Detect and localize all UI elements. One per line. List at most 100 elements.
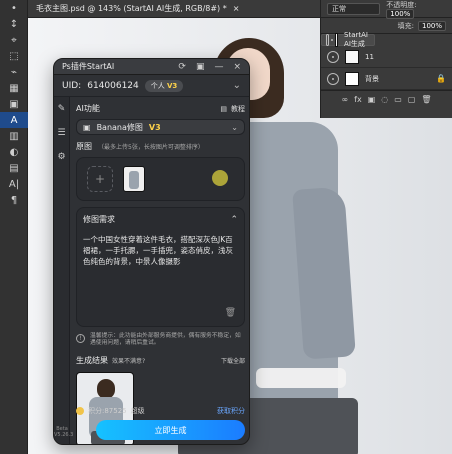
plugin-sidebar: ✎ ☰ ⚙ Beta V5.26.3 [54, 97, 74, 444]
delete-icon[interactable]: 🗑 [421, 95, 431, 104]
prompt-box[interactable]: 修图需求 ⌃ 一个中国女性穿着这件毛衣，搭配深灰色JK百褶裙，一手托腮，一手插兜… [76, 207, 245, 327]
feature-badge: V3 [148, 122, 161, 132]
chevron-down-icon: ⌄ [231, 122, 238, 132]
opacity-control[interactable]: 不透明度: 100% [386, 0, 446, 19]
chevron-up-icon[interactable]: ⌃ [230, 215, 238, 225]
layers-toprow: 正常 不透明度: 100% [321, 0, 452, 19]
plugin-title-icons: ⟳ ▣ — × [178, 62, 241, 72]
upload-box[interactable]: + [76, 157, 245, 201]
cursor-highlight [212, 170, 228, 186]
mask-icon[interactable]: ▣ [368, 95, 376, 104]
notice: ! 温馨提示：此功能由外部服务商提供，偶有服务不稳定，如遇使用问题，请稍后重试。 [76, 333, 245, 347]
points-label: 积分:87525 [88, 407, 127, 415]
tool-11[interactable]: ▤ [0, 160, 28, 176]
generate-button[interactable]: 立即生成 [96, 420, 245, 440]
tier-label: 个人 [150, 81, 165, 90]
tool-9[interactable]: ▥ [0, 128, 28, 144]
tool-6[interactable]: ▦ [0, 80, 28, 96]
info-icon: ! [76, 334, 85, 343]
close-icon[interactable]: × [233, 62, 241, 72]
tool-13[interactable]: ¶ [0, 192, 28, 208]
blend-mode-select[interactable]: 正常 [327, 2, 381, 15]
settings-icon[interactable]: ⚙ [54, 145, 69, 169]
original-row: 原图 （最多上传5张，长按图片可调整排序） [76, 141, 245, 152]
uploaded-image-thumbnail[interactable] [123, 166, 145, 192]
minimize-icon[interactable]: — [214, 62, 223, 72]
startai-plugin-window: Ps插件StartAI ⟳ ▣ — × UID: 614006124 个人 V3… [53, 58, 250, 445]
fill-row: 填充: 100% [321, 18, 452, 34]
layer-name: 背景 [365, 74, 379, 83]
refresh-icon[interactable]: ⟳ [178, 62, 186, 72]
get-points-link[interactable]: 获取积分 [217, 406, 245, 416]
layer-background[interactable]: 背景 🔒 [321, 68, 452, 90]
chevron-down-icon[interactable]: ⌄ [233, 80, 241, 91]
book-icon: ▤ [220, 104, 227, 113]
prompt-header: 修图需求 ⌃ [83, 214, 238, 225]
feature-selected: Banana修图 [96, 122, 143, 132]
layers-footer: ∞ fx ▣ ◌ ▭ ▢ 🗑 [321, 90, 452, 108]
tool-10[interactable]: ◐ [0, 144, 28, 160]
ai-function-row: AI功能 ▤ 教程 [76, 103, 245, 114]
prompt-text[interactable]: 一个中国女性穿着这件毛衣，搭配深灰色JK百褶裙，一手托腮，一手插兜，姿态俏皮，浅… [83, 235, 238, 268]
original-hint: （最多上传5张，长按图片可调整排序） [98, 144, 204, 151]
fill-value[interactable]: 100% [417, 20, 446, 31]
layer-thumbnail [345, 49, 359, 64]
ai-function-label: AI功能 [76, 104, 100, 113]
layers-panel: 正常 不透明度: 100% 填充: 100% StartAI AI生成 11 背… [320, 0, 452, 118]
opacity-label: 不透明度: [386, 0, 417, 9]
fx-icon[interactable]: fx [354, 95, 362, 104]
plugin-titlebar: Ps插件StartAI ⟳ ▣ — × [54, 59, 249, 75]
result-sub[interactable]: 效果不满意? [112, 356, 145, 365]
original-label: 原图 [76, 142, 92, 151]
tool-12[interactable]: A| [0, 176, 28, 192]
tutorial-label: 教程 [231, 104, 245, 113]
image-icon: ▣ [83, 122, 91, 132]
plugin-title: Ps插件StartAI [62, 62, 115, 71]
points-sub: 超级 [130, 407, 145, 415]
tool-1[interactable]: • [0, 0, 28, 16]
opacity-value[interactable]: 100% [386, 8, 415, 19]
group-icon[interactable]: ▭ [394, 95, 402, 104]
uid-row: UID: 614006124 个人 V3 ⌄ [54, 75, 249, 97]
tutorial-link[interactable]: ▤ 教程 [220, 104, 245, 114]
document-title: 毛衣主图.psd @ 143% (StartAI AI生成, RGB/8#) * [36, 4, 227, 13]
tool-2[interactable]: ↕ [0, 16, 28, 32]
coin-icon [76, 407, 84, 415]
link-icon[interactable]: ∞ [341, 95, 348, 104]
new-layer-icon[interactable]: ▢ [408, 95, 416, 104]
tool-type[interactable]: A [0, 112, 28, 128]
plugin-main: AI功能 ▤ 教程 ▣ Banana修图 V3 ⌄ 原图 （最多上传5张，长按图… [70, 97, 249, 444]
photoshop-toolbar: • ↕ ⌖ ⬚ ⌁ ▦ ▣ A ▥ ◐ ▤ A| ¶ [0, 0, 28, 454]
eye-icon[interactable] [327, 72, 339, 85]
feature-select[interactable]: ▣ Banana修图 V3 ⌄ [76, 119, 245, 135]
window-icon[interactable]: ▣ [196, 62, 205, 72]
result-label: 生成结果 [76, 356, 108, 366]
layer-startai[interactable]: StartAI AI生成 [321, 31, 375, 48]
version-text: Beta V5.26.3 [54, 426, 74, 438]
tool-7[interactable]: ▣ [0, 96, 28, 112]
download-all[interactable]: 下载全部 [221, 356, 245, 365]
adjustment-icon[interactable]: ◌ [381, 95, 388, 104]
layer-thumbnail [334, 33, 339, 47]
tool-3[interactable]: ⌖ [0, 32, 28, 48]
eye-icon[interactable] [327, 50, 339, 63]
edit-icon[interactable]: ✎ [54, 97, 69, 121]
layers-icon[interactable]: ☰ [54, 121, 69, 145]
layer-name: StartAI AI生成 [344, 31, 368, 48]
document-tab[interactable]: 毛衣主图.psd @ 143% (StartAI AI生成, RGB/8#) *… [28, 0, 320, 18]
prompt-label: 修图需求 [83, 215, 115, 224]
layer-11[interactable]: 11 [321, 46, 452, 68]
model-lace-hem [256, 368, 346, 388]
add-image-icon[interactable]: + [87, 166, 113, 192]
eye-icon[interactable] [326, 34, 333, 46]
layer-thumbnail [345, 71, 359, 86]
tool-5[interactable]: ⌁ [0, 64, 28, 80]
tool-4[interactable]: ⬚ [0, 48, 28, 64]
lock-icon: 🔒 [436, 74, 446, 83]
document-close-icon[interactable]: × [233, 4, 240, 13]
layer-name: 11 [365, 52, 374, 61]
trash-icon[interactable]: 🗑 [225, 308, 236, 318]
tier-badge: 个人 V3 [144, 79, 184, 92]
notice-text: 温馨提示：此功能由外部服务商提供，偶有服务不稳定，如遇使用问题，请稍后重试。 [90, 333, 241, 347]
uid-label: UID: [62, 80, 82, 91]
